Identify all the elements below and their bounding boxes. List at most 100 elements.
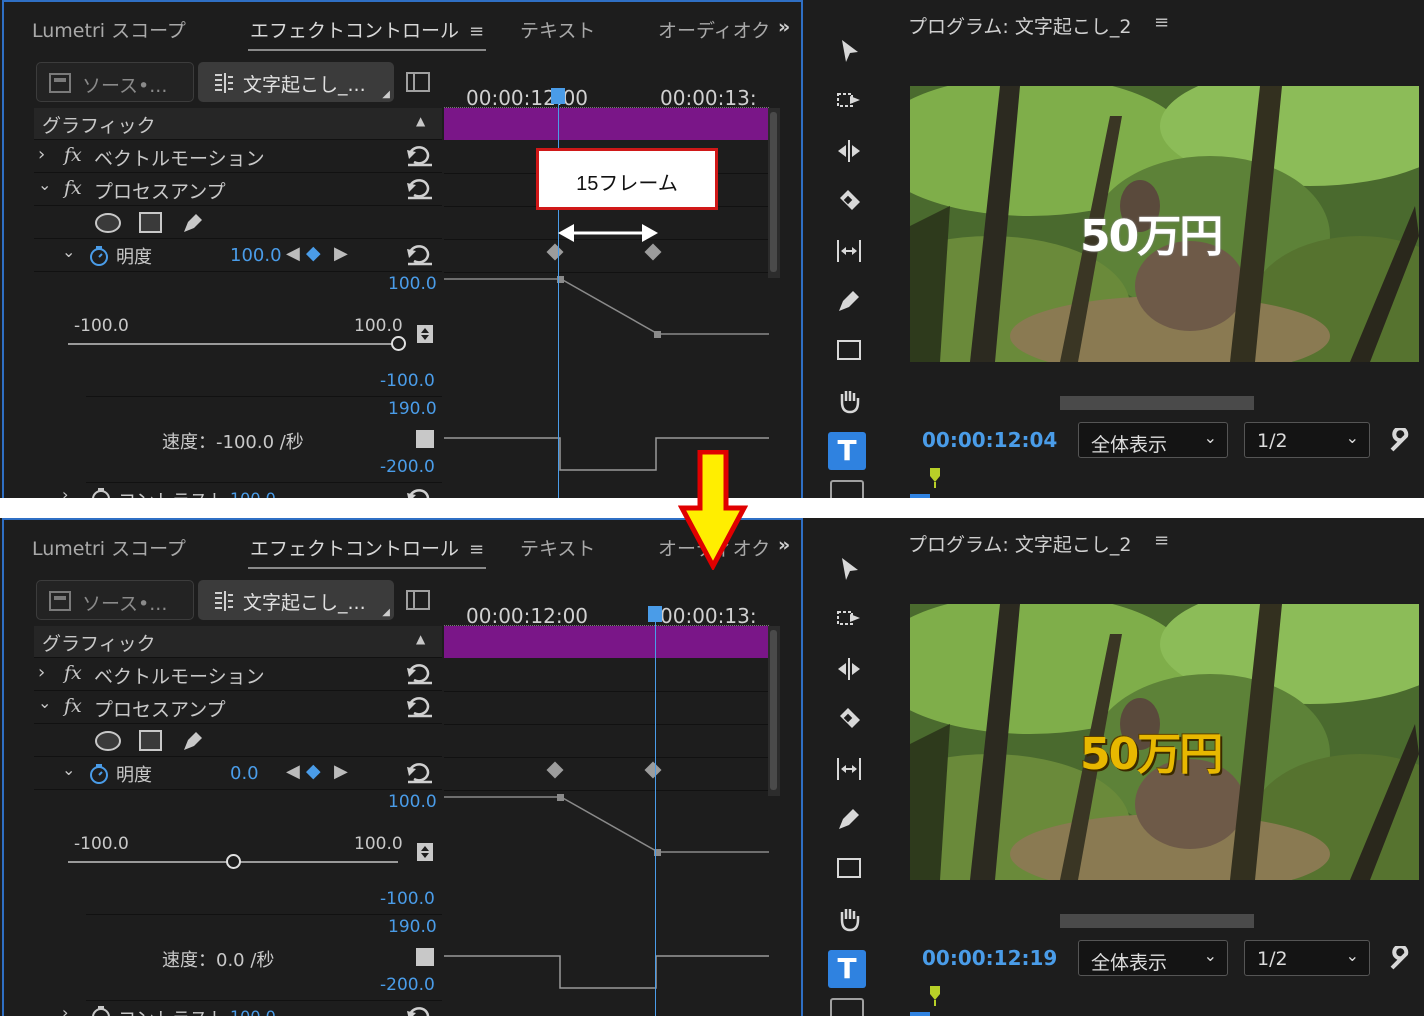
playhead-handle[interactable]: [551, 88, 565, 104]
brightness-value[interactable]: 100.0: [230, 245, 282, 266]
pen-mask-icon[interactable]: [180, 210, 206, 236]
vertical-type-tool-icon[interactable]: [830, 998, 864, 1016]
slip-icon[interactable]: [836, 756, 862, 782]
expand-chevron-icon[interactable]: ›: [38, 662, 45, 683]
collapse-up-icon[interactable]: ▲: [416, 114, 425, 128]
keyframe-marker[interactable]: [644, 761, 662, 779]
pen-icon[interactable]: [836, 288, 862, 314]
tab-audio[interactable]: オーディオク: [658, 16, 770, 43]
fx-icon[interactable]: fx: [64, 177, 82, 199]
tab-effect-controls[interactable]: エフェクトコントロール ≡: [248, 534, 487, 569]
selection-tool-icon[interactable]: [836, 556, 862, 582]
prev-keyframe-icon[interactable]: ◀: [286, 243, 300, 264]
contrast-row[interactable]: › コントラスト 100.0: [34, 1001, 442, 1016]
clip-bar[interactable]: [444, 626, 769, 658]
panel-menu-icon[interactable]: ≡: [1154, 12, 1169, 33]
tab-lumetri-scopes[interactable]: Lumetri スコープ: [32, 534, 186, 561]
brightness-row[interactable]: ⌄ 明度 100.0 ◀ ◆ ▶: [34, 239, 442, 272]
more-tabs-icon[interactable]: »: [778, 534, 790, 556]
rectangle-mask-icon[interactable]: [138, 211, 164, 235]
prev-keyframe-icon[interactable]: ◀: [286, 761, 300, 782]
sequence-clip-selector[interactable]: 文字起こし_... ◢: [198, 62, 394, 102]
stopwatch-icon[interactable]: [90, 487, 112, 498]
reset-parameter-icon[interactable]: [406, 489, 434, 498]
zoom-select[interactable]: 全体表示 ⌄: [1078, 422, 1228, 458]
stopwatch-icon[interactable]: [88, 245, 110, 267]
process-amp-row[interactable]: ⌄ fx プロセスアンプ: [34, 173, 442, 206]
reset-parameter-icon[interactable]: [406, 763, 434, 785]
collapse-chevron-icon[interactable]: ⌄: [62, 242, 75, 261]
selection-tool-icon[interactable]: [836, 38, 862, 64]
more-tabs-icon[interactable]: »: [778, 16, 790, 38]
reset-effect-icon[interactable]: [406, 697, 434, 719]
expand-chevron-icon[interactable]: ›: [62, 485, 68, 498]
hand-icon[interactable]: [836, 388, 862, 414]
clip-bar[interactable]: [444, 108, 769, 140]
stopwatch-icon[interactable]: [88, 763, 110, 785]
playhead-line[interactable]: [655, 620, 656, 1016]
toggle-timeline-icon[interactable]: [406, 72, 430, 94]
next-keyframe-icon[interactable]: ▶: [334, 243, 348, 264]
ripple-edit-icon[interactable]: [836, 656, 862, 682]
stopwatch-icon[interactable]: [90, 1005, 112, 1016]
brightness-value[interactable]: 0.0: [230, 763, 259, 784]
fx-icon[interactable]: fx: [64, 662, 82, 684]
graph-scale-icon[interactable]: [416, 324, 434, 344]
keyframe-marker[interactable]: [546, 243, 564, 261]
value-graph[interactable]: [444, 790, 769, 1016]
tab-lumetri-scopes[interactable]: Lumetri スコープ: [32, 16, 186, 43]
tab-text[interactable]: テキスト: [520, 534, 595, 561]
fx-icon[interactable]: fx: [64, 144, 82, 166]
playhead-timecode[interactable]: 00:00:12:19: [922, 946, 1057, 970]
speed-graph-toggle[interactable]: [416, 430, 434, 448]
source-clip-selector[interactable]: ソース•...: [36, 580, 194, 620]
vector-motion-row[interactable]: › fx ベクトルモーション: [34, 140, 442, 173]
panel-menu-icon[interactable]: ≡: [469, 539, 484, 560]
hand-icon[interactable]: [836, 906, 862, 932]
rectangle-mask-icon[interactable]: [138, 729, 164, 753]
expand-chevron-icon[interactable]: ›: [38, 144, 45, 165]
brightness-slider-handle[interactable]: [391, 336, 406, 351]
playhead-marker-icon[interactable]: [928, 984, 942, 1006]
playhead-marker-icon[interactable]: [928, 466, 942, 488]
contrast-value[interactable]: 100.0: [230, 489, 276, 498]
reset-effect-icon[interactable]: [406, 146, 434, 168]
process-amp-row[interactable]: ⌄ fx プロセスアンプ: [34, 691, 442, 724]
ellipse-mask-icon[interactable]: [94, 212, 124, 234]
panel-menu-icon[interactable]: ≡: [1154, 530, 1169, 551]
timeline-scrollbar[interactable]: [768, 626, 780, 796]
collapse-up-icon[interactable]: ▲: [416, 632, 425, 646]
fx-icon[interactable]: fx: [64, 695, 82, 717]
graphic-section-header[interactable]: グラフィック ▲: [34, 108, 442, 140]
type-tool-icon[interactable]: T: [828, 432, 866, 470]
contrast-value[interactable]: 100.0: [230, 1007, 276, 1016]
add-keyframe-icon[interactable]: ◆: [306, 242, 321, 264]
contrast-row[interactable]: › コントラスト 100.0: [34, 483, 442, 498]
brightness-row[interactable]: ⌄ 明度 0.0 ◀ ◆ ▶: [34, 757, 442, 790]
reset-parameter-icon[interactable]: [406, 245, 434, 267]
vertical-type-tool-icon[interactable]: [830, 480, 864, 498]
brightness-slider-track[interactable]: [68, 343, 398, 345]
wrench-icon[interactable]: [1388, 946, 1414, 972]
ripple-edit-icon[interactable]: [836, 138, 862, 164]
monitor-scrollbar[interactable]: [1060, 396, 1254, 410]
source-clip-selector[interactable]: ソース•...: [36, 62, 194, 102]
graphic-section-header[interactable]: グラフィック ▲: [34, 626, 442, 658]
speed-graph-toggle[interactable]: [416, 948, 434, 966]
brightness-slider-handle[interactable]: [226, 854, 241, 869]
keyframe-marker[interactable]: [546, 761, 564, 779]
pen-icon[interactable]: [836, 806, 862, 832]
razor-icon[interactable]: [836, 706, 862, 732]
slip-icon[interactable]: [836, 238, 862, 264]
keyframe-marker[interactable]: [644, 243, 662, 261]
vector-motion-row[interactable]: › fx ベクトルモーション: [34, 658, 442, 691]
type-tool-icon[interactable]: T: [828, 950, 866, 988]
reset-effect-icon[interactable]: [406, 664, 434, 686]
add-keyframe-icon[interactable]: ◆: [306, 760, 321, 782]
reset-parameter-icon[interactable]: [406, 1007, 434, 1016]
zoom-select[interactable]: 全体表示 ⌄: [1078, 940, 1228, 976]
tab-text[interactable]: テキスト: [520, 16, 595, 43]
panel-menu-icon[interactable]: ≡: [469, 21, 484, 42]
wrench-icon[interactable]: [1388, 428, 1414, 454]
expand-chevron-icon[interactable]: ›: [62, 1003, 68, 1016]
